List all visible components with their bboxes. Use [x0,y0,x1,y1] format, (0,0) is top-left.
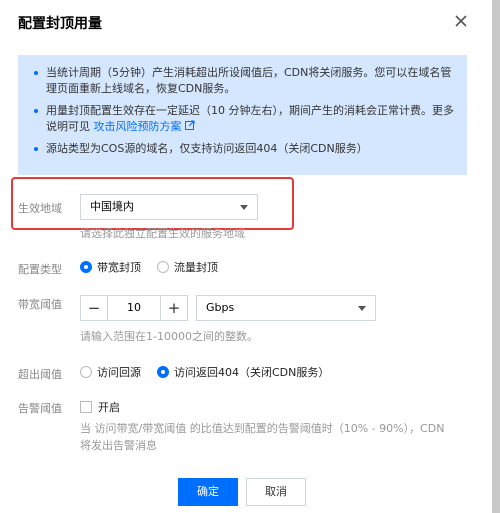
radio-unselected-icon[interactable] [157,261,169,273]
region-select-value: 中国境内 [90,200,134,213]
bandwidth-stepper[interactable]: − 10 + [80,295,188,321]
confirm-button[interactable]: 确定 [178,478,238,506]
background-overlay-edge [492,0,500,513]
increment-button[interactable]: + [161,296,187,320]
bandwidth-hint: 请输入范围在1-10000之间的整数。 [80,330,258,343]
info-notice: 当统计周期（5分钟）产生消耗超出所设阈值后，CDN将关闭服务。您可以在域名管理页… [18,55,467,175]
attack-prevention-link[interactable]: 攻击风险预防方案 [94,120,182,133]
region-label: 生效地域 [18,202,62,215]
alert-enable-checkbox[interactable]: 开启 [80,399,120,415]
bandwidth-label: 带宽阈值 [18,298,62,311]
info-item: 源站类型为COS源的域名，仅支持访问返回404（关闭CDN服务） [32,141,455,157]
radio-back-to-origin[interactable]: 访问回源 [80,364,141,380]
checkbox-label: 开启 [98,401,120,414]
bandwidth-value-input[interactable]: 10 [107,296,161,320]
checkbox-icon[interactable] [80,401,92,413]
bandwidth-unit-select[interactable]: Gbps [196,295,376,321]
config-type-label: 配置类型 [18,263,62,276]
radio-traffic-cap[interactable]: 流量封顶 [157,259,218,275]
alert-hint: 当 访问带宽/带宽阈值 的比值达到配置的告警阈值时（10% - 90%），CDN… [80,422,445,452]
region-select[interactable]: 中国境内 [80,194,258,220]
radio-unselected-icon[interactable] [80,366,92,378]
external-link-icon[interactable] [184,119,195,135]
radio-return-404[interactable]: 访问返回404（关闭CDN服务） [157,364,329,380]
radio-label: 流量封顶 [174,261,218,274]
radio-selected-icon[interactable] [80,261,92,273]
chevron-down-icon [240,205,248,210]
info-item: 当统计周期（5分钟）产生消耗超出所设阈值后，CDN将关闭服务。您可以在域名管理页… [32,65,455,97]
alert-label: 告警阈值 [18,402,62,415]
unit-select-value: Gbps [206,301,235,314]
overflow-label: 超出阈值 [18,368,62,381]
radio-label: 访问返回404（关闭CDN服务） [174,366,330,379]
radio-label: 访问回源 [97,366,141,379]
decrement-button[interactable]: − [81,296,107,320]
radio-bandwidth-cap[interactable]: 带宽封顶 [80,259,141,275]
info-item: 用量封顶配置生效存在一定延迟（10 分钟左右），期间产生的消耗会正常计费。更多说… [32,103,455,135]
dialog-title: 配置封顶用量 [18,16,102,32]
cancel-button[interactable]: 取消 [246,478,306,506]
region-hint: 请选择此独立配置生效的服务地域 [80,227,245,240]
radio-selected-icon[interactable] [157,366,169,378]
radio-label: 带宽封顶 [97,261,141,274]
close-icon[interactable] [452,12,470,30]
chevron-down-icon [358,306,366,311]
